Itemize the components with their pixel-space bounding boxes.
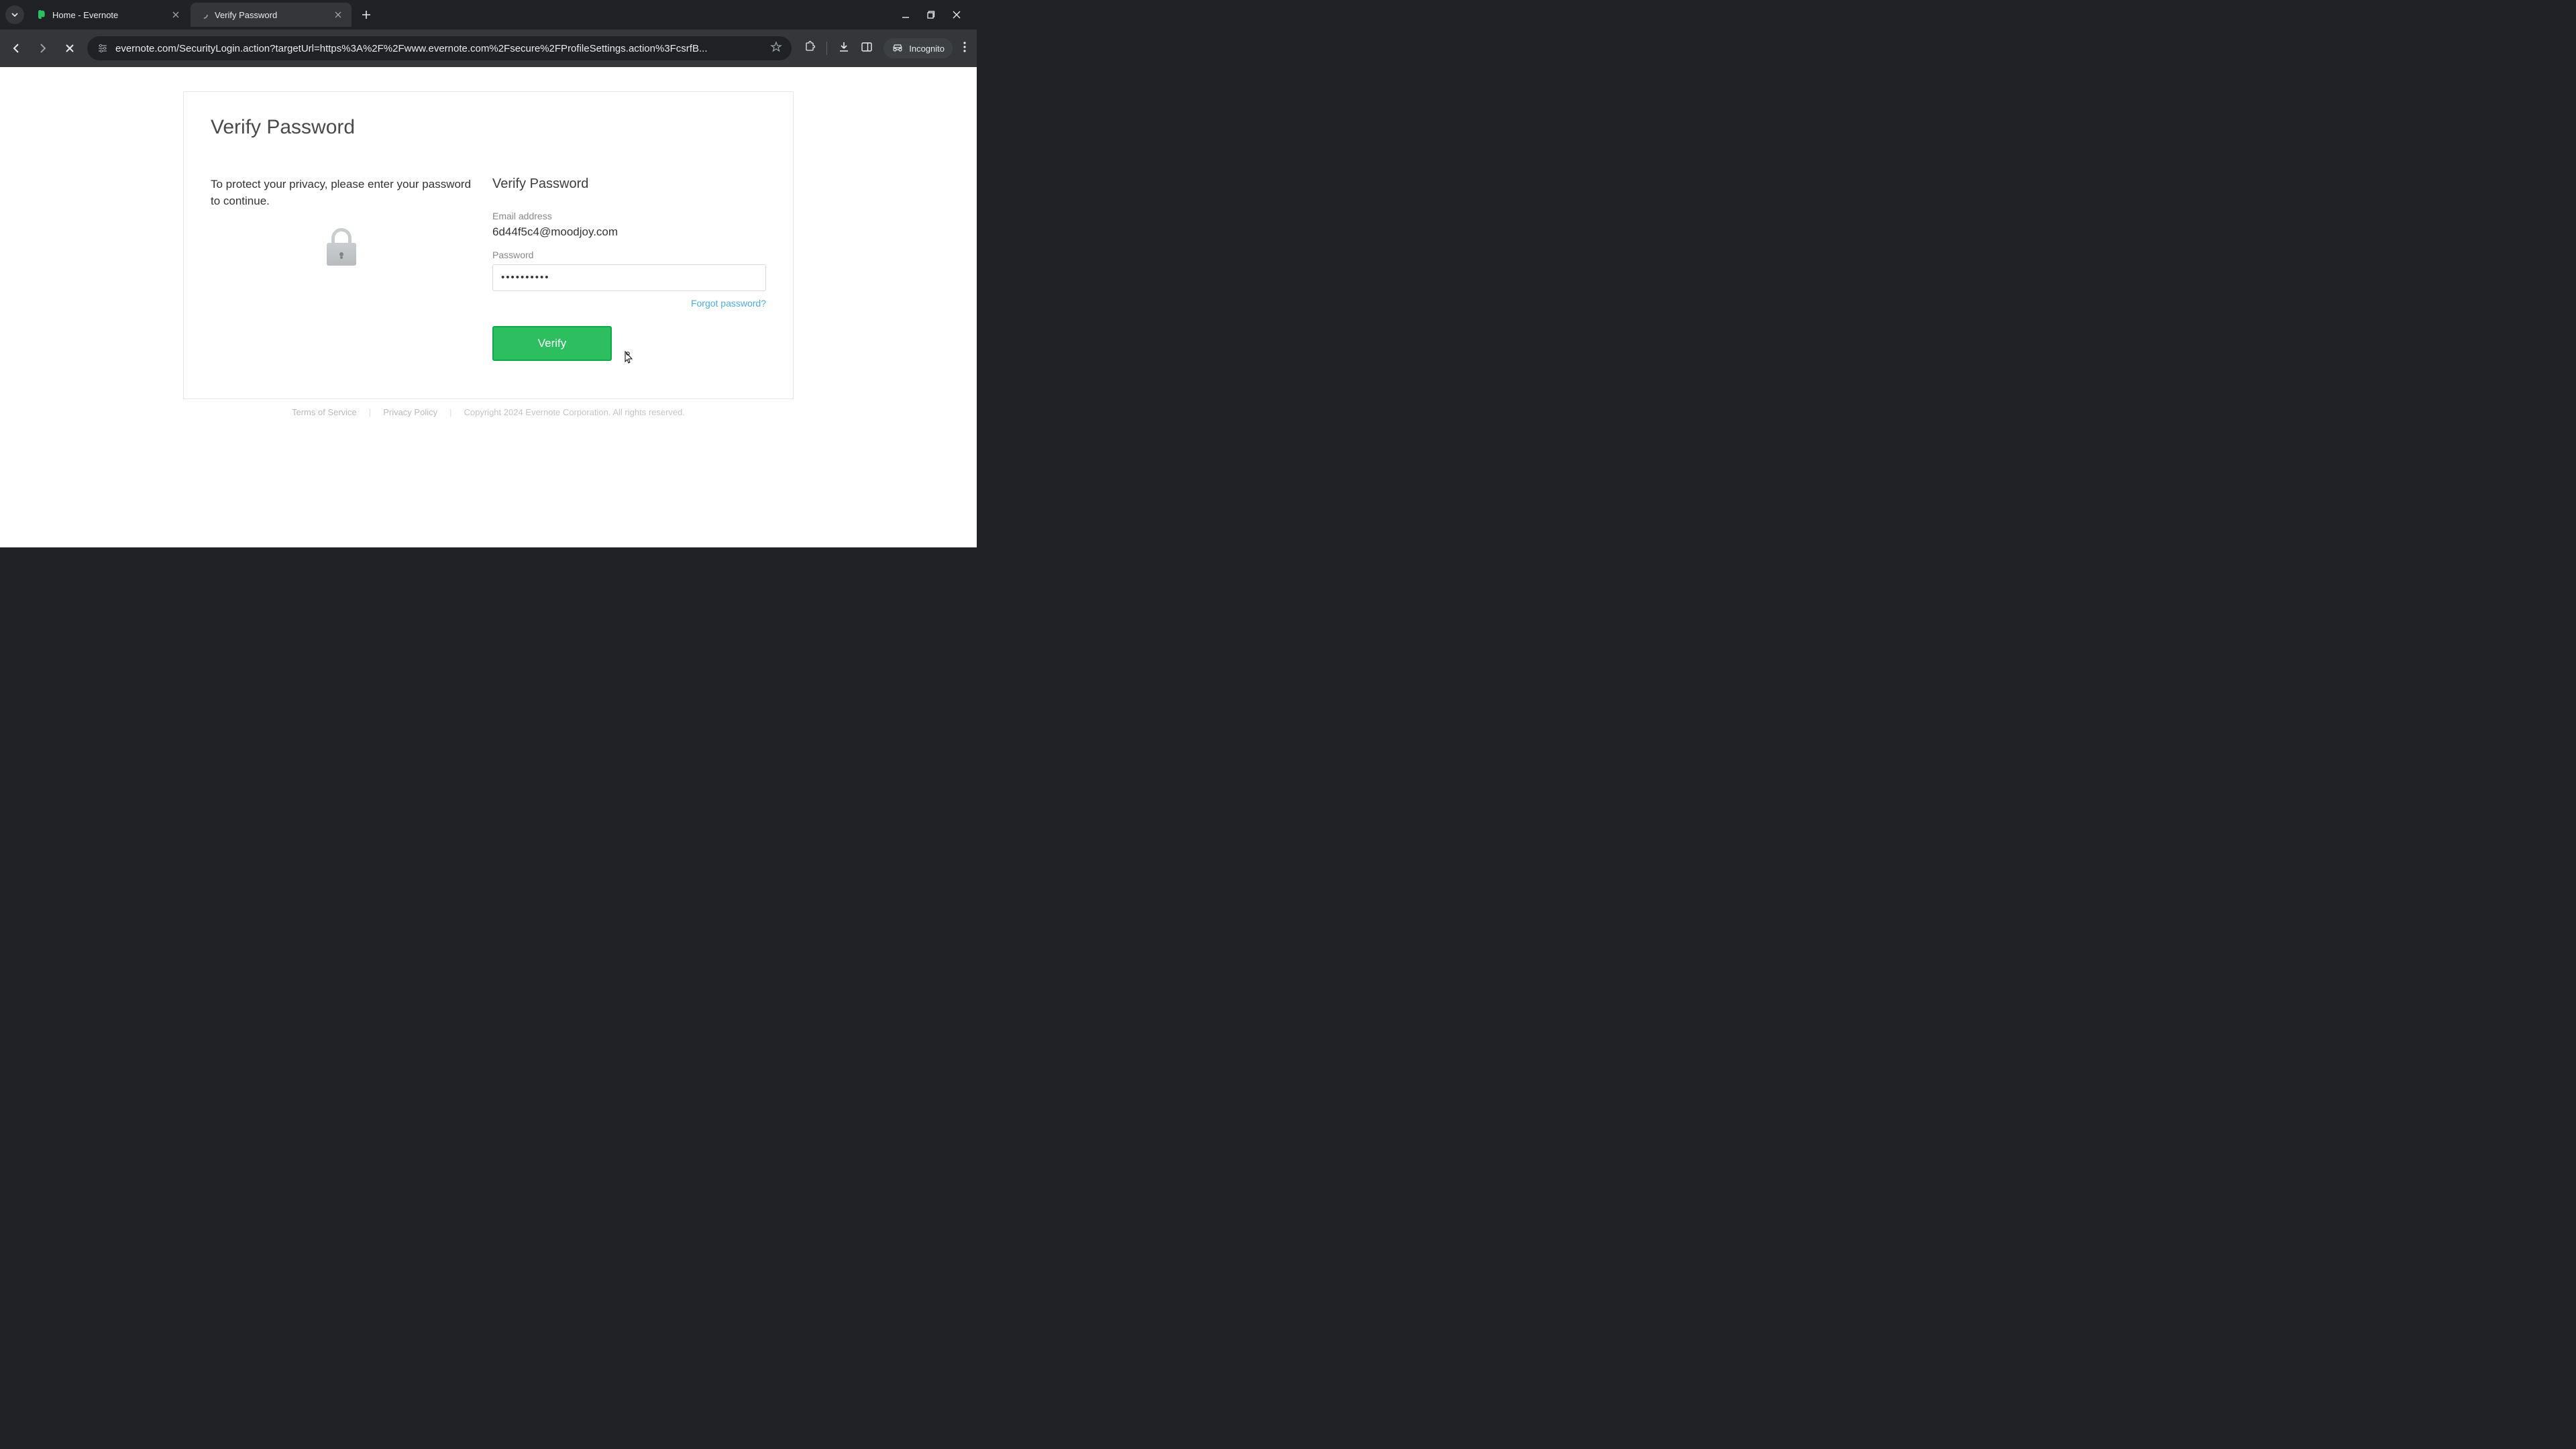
side-panel-button[interactable]: [861, 41, 873, 56]
verify-button[interactable]: Verify: [492, 326, 612, 361]
verify-card: Verify Password To protect your privacy,…: [183, 91, 794, 399]
stop-button[interactable]: [60, 39, 79, 58]
divider: [826, 42, 827, 55]
close-icon: [335, 11, 341, 18]
downloads-button[interactable]: [838, 41, 850, 56]
url-text: evernote.com/SecurityLogin.action?target…: [115, 43, 763, 54]
password-field-wrap: [492, 264, 766, 291]
kebab-icon: [963, 42, 966, 52]
page-footer: Terms of Service | Privacy Policy | Copy…: [183, 407, 794, 417]
bookmark-button[interactable]: [770, 41, 782, 56]
close-window-button[interactable]: [950, 8, 963, 21]
toolbar-actions: Incognito: [800, 38, 970, 58]
password-label: Password: [492, 250, 766, 260]
plus-icon: [362, 10, 371, 19]
maximize-button[interactable]: [924, 8, 938, 21]
form-heading: Verify Password: [492, 176, 766, 192]
tab-evernote-home[interactable]: Home - Evernote: [28, 3, 189, 27]
arrow-right-icon: [37, 42, 49, 54]
download-icon: [838, 41, 850, 53]
extensions-button[interactable]: [804, 41, 816, 56]
browser-toolbar: evernote.com/SecurityLogin.action?target…: [0, 30, 977, 67]
loading-favicon-icon: [199, 9, 209, 20]
panel-icon: [861, 41, 873, 53]
prompt-column: To protect your privacy, please enter yo…: [211, 176, 472, 361]
arrow-left-icon: [10, 42, 22, 54]
tab-close-button[interactable]: [170, 9, 181, 20]
forgot-password-link[interactable]: Forgot password?: [691, 298, 766, 309]
privacy-link[interactable]: Privacy Policy: [383, 407, 437, 417]
lock-icon: [325, 228, 358, 266]
forward-button[interactable]: [34, 39, 52, 58]
close-icon: [953, 11, 961, 19]
puzzle-icon: [804, 41, 816, 53]
tab-search-button[interactable]: [5, 5, 24, 24]
copyright-text: Copyright 2024 Evernote Corporation. All…: [464, 407, 686, 417]
tab-verify-password[interactable]: Verify Password: [191, 3, 352, 27]
chevron-down-icon: [11, 11, 19, 19]
tune-icon: [97, 43, 108, 54]
star-icon: [770, 41, 782, 53]
new-tab-button[interactable]: [357, 5, 376, 24]
minimize-button[interactable]: [899, 8, 912, 21]
incognito-label: Incognito: [909, 44, 945, 54]
back-button[interactable]: [7, 39, 25, 58]
site-info-button[interactable]: [97, 42, 109, 54]
minimize-icon: [902, 11, 910, 19]
prompt-text: To protect your privacy, please enter yo…: [211, 176, 472, 209]
page-content: Verify Password To protect your privacy,…: [0, 67, 977, 547]
maximize-icon: [927, 11, 935, 19]
terms-link[interactable]: Terms of Service: [292, 407, 357, 417]
evernote-favicon-icon: [36, 9, 47, 20]
email-value: 6d44f5c4@moodjoy.com: [492, 225, 766, 239]
divider: |: [449, 407, 451, 417]
divider: |: [369, 407, 371, 417]
page-title: Verify Password: [211, 116, 766, 139]
close-icon: [65, 44, 74, 53]
menu-button[interactable]: [963, 42, 966, 56]
tab-strip: Home - Evernote Verify Password: [0, 0, 977, 30]
address-bar[interactable]: evernote.com/SecurityLogin.action?target…: [87, 36, 792, 60]
form-column: Verify Password Email address 6d44f5c4@m…: [492, 176, 766, 361]
incognito-icon: [892, 42, 904, 54]
window-controls: [899, 8, 971, 21]
close-icon: [172, 11, 179, 18]
incognito-badge[interactable]: Incognito: [883, 38, 953, 58]
password-input[interactable]: [501, 272, 757, 283]
tab-close-button[interactable]: [333, 9, 343, 20]
tab-title: Verify Password: [215, 10, 327, 20]
email-label: Email address: [492, 211, 766, 221]
tab-title: Home - Evernote: [52, 10, 165, 20]
